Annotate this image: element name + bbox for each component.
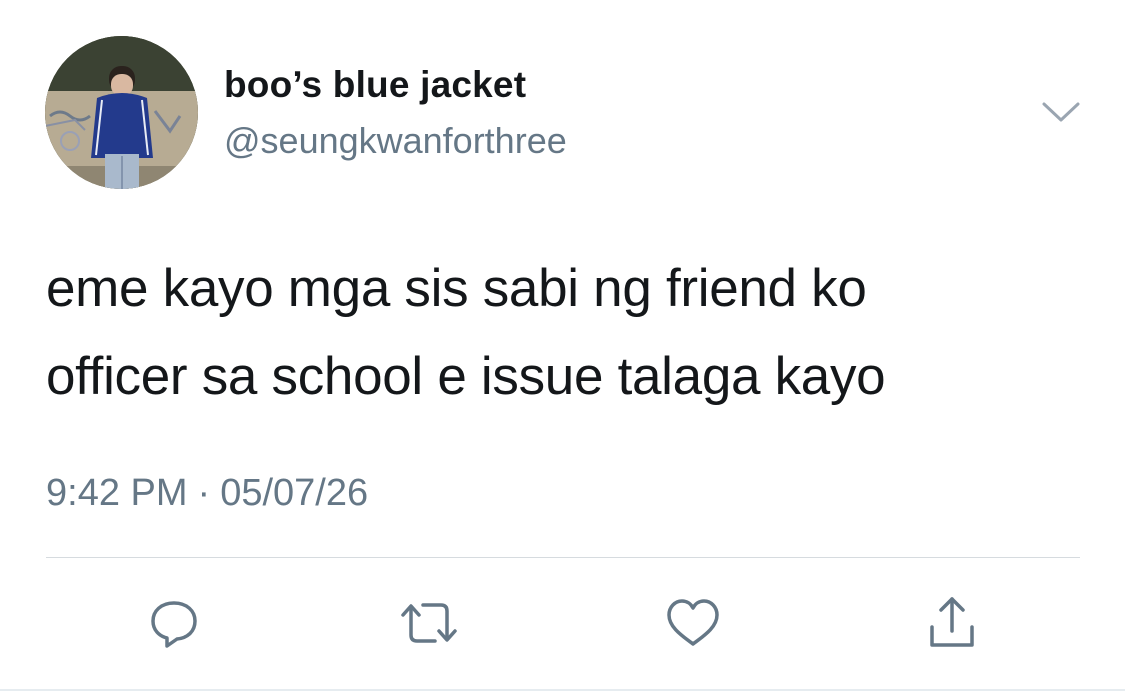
retweet-arrows-icon [401, 603, 457, 643]
tweet-card: boo’s blue jacket @seungkwanforthree eme… [0, 0, 1125, 691]
tweet-text-line: eme kayo mga sis sabi ng friend ko [46, 259, 867, 318]
avatar[interactable] [45, 36, 198, 189]
tweet-text: eme kayo mga sis sabi ng friend ko offic… [46, 245, 1086, 421]
tweet-date: 05/07/26 [220, 472, 369, 514]
timestamp-separator: · [197, 472, 211, 514]
tweet-timestamp[interactable]: 9:42 PM · 05/07/26 [46, 472, 368, 515]
speech-bubble-icon [151, 601, 197, 648]
tweet-text-line: officer sa school e issue talaga kayo [46, 347, 886, 406]
action-bar [0, 588, 1125, 658]
share-button[interactable] [917, 588, 987, 658]
chevron-down-icon[interactable] [1040, 98, 1082, 128]
tweet-time: 9:42 PM [46, 472, 188, 514]
display-name[interactable]: boo’s blue jacket [224, 64, 526, 106]
divider [46, 557, 1080, 558]
like-button[interactable] [658, 588, 728, 658]
retweet-button[interactable] [394, 588, 464, 658]
avatar-photo [45, 36, 198, 189]
user-handle[interactable]: @seungkwanforthree [224, 120, 567, 162]
reply-button[interactable] [139, 588, 209, 658]
share-upload-icon [930, 597, 974, 647]
heart-icon [667, 599, 719, 646]
